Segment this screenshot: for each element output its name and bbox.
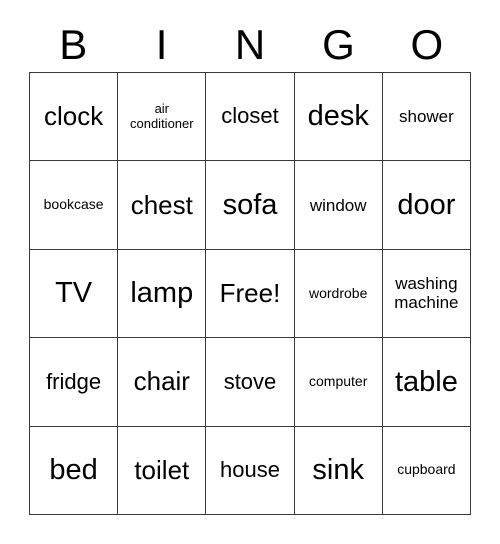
bingo-cell[interactable]: TV — [30, 249, 119, 339]
bingo-cell[interactable]: sink — [294, 426, 383, 515]
bingo-cell[interactable]: door — [382, 161, 471, 250]
bingo-header-letter-o: O — [410, 21, 444, 68]
bingo-cell[interactable]: lamp — [118, 249, 207, 339]
bingo-cell[interactable]: air conditioner — [118, 73, 207, 162]
bingo-cell[interactable]: computer — [294, 338, 383, 427]
bingo-cell-label: window — [309, 195, 367, 215]
bingo-cell[interactable]: toilet — [118, 426, 207, 515]
bingo-cell-label: lamp — [130, 277, 194, 310]
bingo-header-letter-i: I — [155, 21, 168, 68]
bingo-cell-label: bed — [49, 454, 98, 487]
bingo-cell-label: washing machine — [394, 274, 459, 313]
bingo-cell[interactable]: bookcase — [30, 161, 119, 250]
bingo-cell-label: closet — [221, 103, 279, 129]
bingo-cell[interactable]: clock — [30, 73, 119, 162]
bingo-header-letter-g: G — [322, 21, 355, 68]
bingo-card: B I N G O clock air conditioner closet desk… — [0, 0, 500, 544]
bingo-cell-label: toilet — [134, 454, 190, 485]
bingo-cell[interactable]: closet — [206, 73, 295, 162]
bingo-cell[interactable]: cupboard — [382, 426, 471, 515]
bingo-cell-label: table — [394, 365, 458, 398]
bingo-cell-label: TV — [55, 277, 93, 310]
bingo-cell-label: sink — [312, 454, 364, 487]
bingo-cell-label: air conditioner — [129, 101, 194, 131]
bingo-cell-label: chest — [130, 189, 193, 220]
bingo-cell[interactable]: stove — [206, 338, 295, 427]
bingo-cell-label: Free! — [219, 277, 281, 308]
bingo-cell[interactable]: washing machine — [382, 249, 471, 339]
bingo-cell[interactable]: table — [382, 338, 471, 427]
bingo-cell-label: cupboard — [397, 461, 456, 478]
bingo-cell-label: fridge — [46, 368, 102, 394]
bingo-cell[interactable]: house — [206, 426, 295, 515]
bingo-cell[interactable]: chair — [118, 338, 207, 427]
bingo-cell-label: wordrobe — [309, 284, 368, 301]
bingo-grid: clock air conditioner closet desk shower book… — [29, 72, 471, 515]
bingo-cell-label: sofa — [222, 188, 278, 221]
bingo-header-letter-b: B — [59, 21, 88, 68]
bingo-cell-label: shower — [398, 107, 454, 127]
bingo-cell-label: chair — [133, 366, 190, 397]
bingo-cell[interactable]: fridge — [30, 338, 119, 427]
bingo-cell[interactable]: window — [294, 161, 383, 250]
bingo-header-letter-n: N — [234, 21, 266, 68]
bingo-cell[interactable]: sofa — [206, 161, 295, 250]
bingo-cell[interactable]: Free! — [206, 249, 295, 339]
bingo-cell[interactable]: bed — [30, 426, 119, 515]
bingo-header: B I N G O — [29, 18, 471, 72]
bingo-cell-label: bookcase — [43, 196, 104, 213]
bingo-cell-label: computer — [309, 373, 368, 390]
bingo-cell[interactable]: shower — [382, 73, 471, 162]
bingo-cell-label: door — [397, 188, 456, 221]
bingo-cell-label: clock — [43, 101, 104, 132]
bingo-cell[interactable]: desk — [294, 73, 383, 162]
bingo-cell-label: stove — [223, 368, 277, 394]
bingo-cell-label: house — [220, 456, 280, 482]
bingo-cell-label: desk — [307, 100, 369, 133]
bingo-cell[interactable]: chest — [118, 161, 207, 250]
bingo-cell[interactable]: wordrobe — [294, 249, 383, 339]
